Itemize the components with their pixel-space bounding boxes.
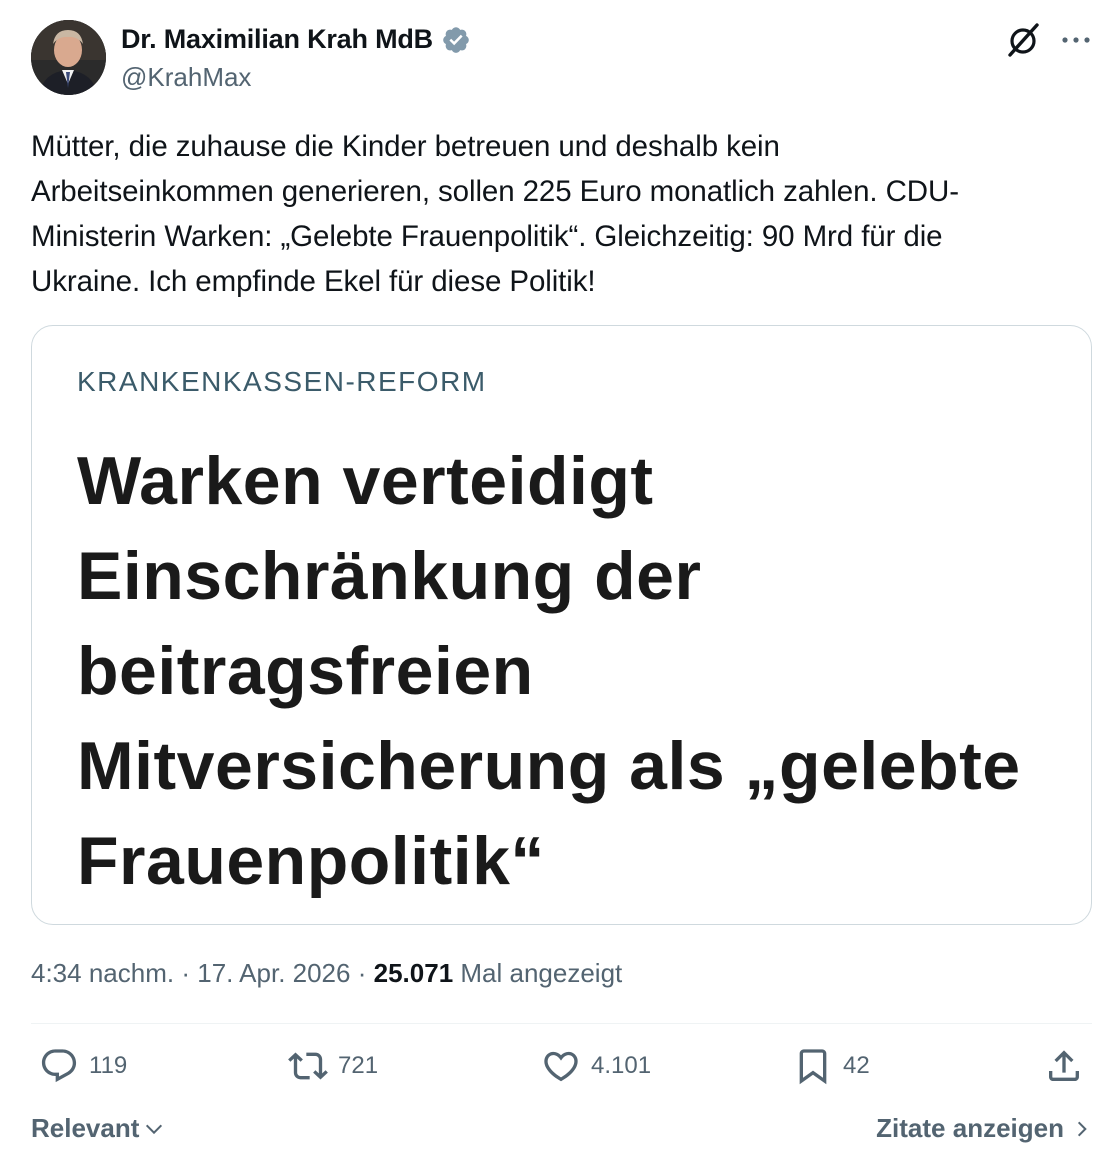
avatar[interactable]: [31, 20, 106, 95]
tweet-text-line: Ministerin Warken: „Gelebte Frauenpoliti…: [31, 220, 943, 253]
card-headline: Warken verteidigt Einschränkung der beit…: [77, 434, 1077, 909]
reply-button[interactable]: 119: [39, 1046, 127, 1086]
views-count: 25.071: [373, 958, 454, 988]
author-name-row[interactable]: Dr. Maximilian Krah MdB: [121, 24, 471, 55]
heart-icon: [544, 1051, 578, 1082]
share-button[interactable]: [1044, 1046, 1084, 1086]
repost-button[interactable]: 721: [288, 1046, 378, 1086]
bookmark-count: 42: [843, 1052, 870, 1079]
avatar-image: [31, 20, 106, 95]
more-icon[interactable]: [1058, 22, 1094, 58]
card-headline-line: beitragsfreien: [77, 633, 534, 709]
repost-icon: [288, 1052, 328, 1080]
tweet-meta: 4:34 nachm. · 17. Apr. 2026 · 25.071 Mal…: [31, 958, 622, 989]
author-display-name[interactable]: Dr. Maximilian Krah MdB: [121, 24, 433, 55]
meta-separator: ·: [357, 958, 367, 988]
verified-badge-icon[interactable]: [441, 25, 471, 55]
bookmark-button[interactable]: 42: [793, 1046, 870, 1086]
like-count: 4.101: [591, 1052, 652, 1079]
reply-count: 119: [89, 1052, 128, 1079]
card-headline-line: Warken verteidigt: [77, 443, 654, 519]
reply-icon: [41, 1049, 77, 1083]
chevron-right-icon: [1077, 1121, 1087, 1136]
tweet-text-line: Ukraine. Ich empfinde Ekel für diese Pol…: [31, 265, 596, 298]
tweet-date[interactable]: 17. Apr. 2026: [197, 958, 350, 988]
tweet-text: Mütter, die zuhause die Kinder betreuen …: [31, 124, 1091, 304]
card-headline-line: Frauenpolitik“: [77, 823, 545, 899]
tweet-time[interactable]: 4:34 nachm.: [31, 958, 174, 988]
grok-icon[interactable]: [1004, 20, 1044, 60]
bookmark-icon: [799, 1049, 827, 1085]
tweet-text-line: Mütter, die zuhause die Kinder betreuen …: [31, 130, 780, 163]
views-label: Mal angezeigt: [460, 958, 623, 988]
card-headline-line: Mitversicherung als „gelebte: [77, 728, 1021, 804]
chevron-down-icon: [146, 1124, 163, 1134]
sort-label: Relevant: [31, 1113, 140, 1143]
media-card[interactable]: KRANKENKASSEN-REFORM Warken verteidigt E…: [31, 325, 1092, 925]
meta-separator: ·: [181, 958, 190, 988]
tweet-text-line: Arbeitseinkommen generieren, sollen 225 …: [31, 175, 959, 208]
like-button[interactable]: 4.101: [541, 1046, 651, 1086]
divider: [31, 1023, 1092, 1024]
card-kicker: KRANKENKASSEN-REFORM: [77, 366, 487, 397]
sort-dropdown[interactable]: Relevant: [31, 1113, 165, 1144]
view-quotes-link[interactable]: Zitate anzeigen: [876, 1113, 1092, 1144]
author-handle[interactable]: @KrahMax: [121, 62, 251, 93]
quotes-label: Zitate anzeigen: [876, 1113, 1064, 1143]
repost-count: 721: [338, 1052, 379, 1079]
share-icon: [1049, 1050, 1079, 1081]
action-bar: 119 721 4.101 42: [31, 1046, 1092, 1096]
card-headline-line: Einschränkung der: [77, 538, 702, 614]
